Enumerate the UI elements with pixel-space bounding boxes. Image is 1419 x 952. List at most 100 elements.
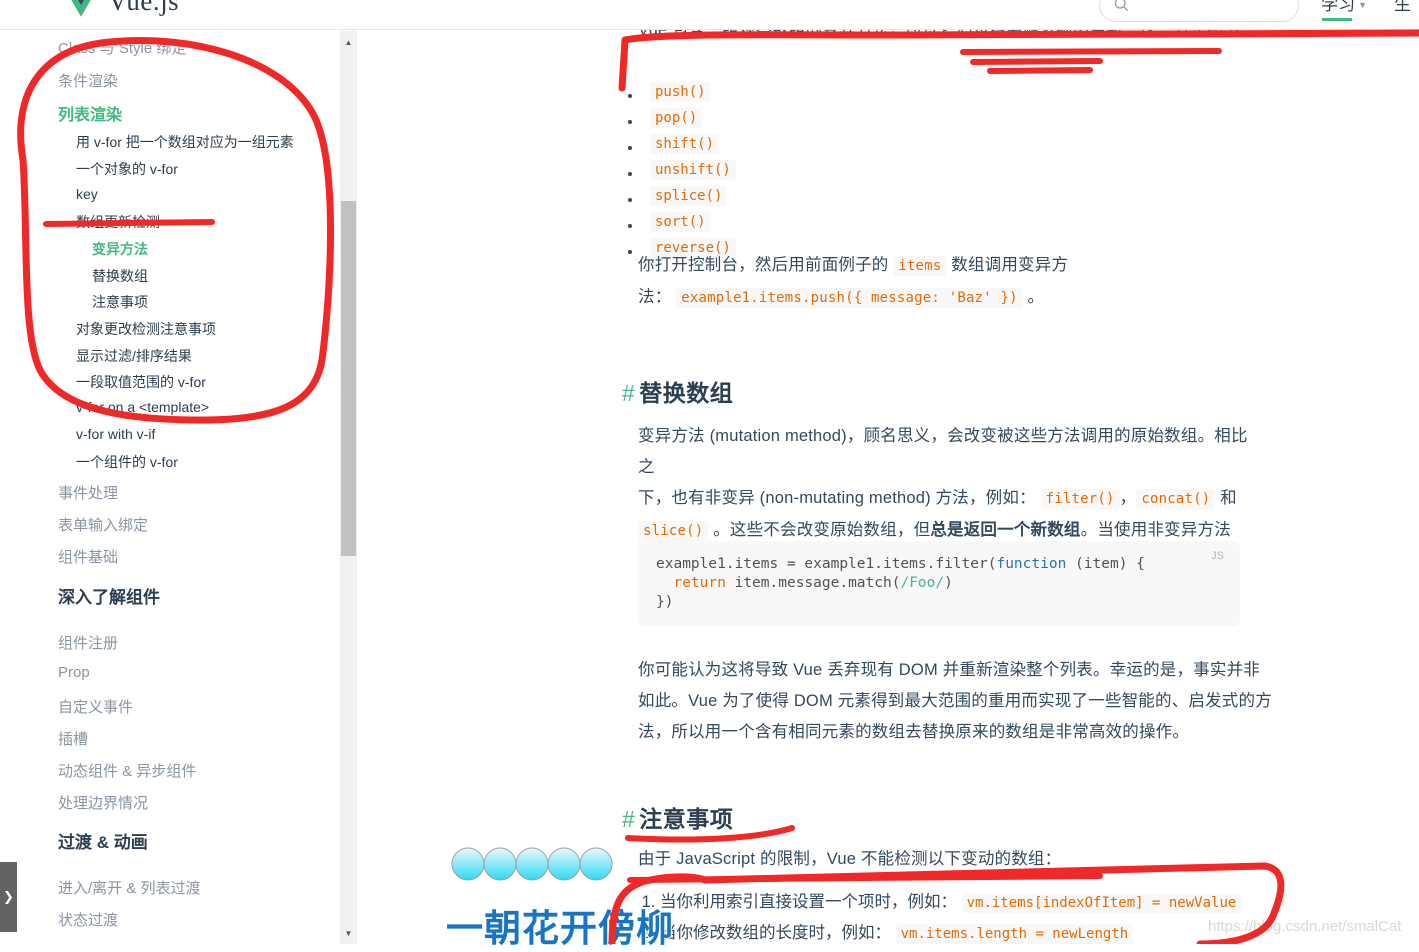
sidebar-item-0[interactable]: Class 与 Style 绑定 — [58, 37, 186, 58]
sidebar-item-19[interactable]: 深入了解组件 — [58, 583, 160, 608]
caveats-intro-text: 由于 JavaScript 的限制，Vue 不能检测以下变动的数组： — [638, 850, 1062, 868]
code-line-1: example1.items = example1.items.filter(f… — [656, 555, 1222, 574]
sidebar-item-15[interactable]: 一个组件的 v-for — [76, 452, 178, 472]
sidebar-item-26[interactable]: 过渡 & 动画 — [58, 828, 148, 853]
method-unshift: unshift() — [650, 160, 736, 180]
sidebar-item-13[interactable]: v-for on a <template> — [76, 399, 209, 415]
vue-logo-icon — [71, 0, 91, 17]
replace-p1d: 。这些不会改变原始数组，但 — [713, 521, 931, 539]
section-heading-caveats: # 注意事项 — [622, 800, 733, 834]
sidebar-item-16[interactable]: 事件处理 — [58, 482, 118, 503]
sidebar-item-22[interactable]: 自定义事件 — [58, 696, 133, 717]
sidebar-item-label: 动态组件 & 异步组件 — [58, 763, 197, 780]
sidebar-item-label: 组件基础 — [58, 549, 119, 566]
nav-link-ecosystem[interactable]: 生 — [1394, 0, 1411, 15]
caveat-1-text: 当你利用索引直接设置一个项时，例如： — [660, 893, 957, 911]
code-line1-a: example1.items = example1.items.filter( — [656, 556, 997, 572]
search-box[interactable] — [1099, 0, 1299, 22]
sidebar-item-label: 事件处理 — [58, 485, 119, 502]
search-icon — [1114, 0, 1129, 12]
mutation-methods-list: push() pop() shift() unshift() splice() … — [600, 82, 736, 265]
section-heading-caveats-label: 注意事项 — [639, 806, 734, 832]
heading-anchor-icon[interactable]: # — [622, 806, 635, 832]
search-input[interactable] — [1136, 0, 1291, 21]
code-line2-a: item.message.match( — [725, 575, 901, 591]
sidebar-item-2[interactable]: 列表渲染 — [58, 101, 122, 125]
sidebar-item-1[interactable]: 条件渲染 — [58, 70, 118, 91]
sidebar-item-label: 深入了解组件 — [58, 588, 160, 607]
section-heading-replace-array: # 替换数组 — [622, 374, 733, 408]
sidebar-item-label: 一个组件的 v-for — [76, 454, 178, 470]
replace-p1a: 变异方法 (mutation method)，顾名思义，会改变被这些方法调用的原… — [638, 427, 1248, 476]
list-item: 当你利用索引直接设置一个项时，例如： vm.items[indexOfItem]… — [660, 887, 1298, 918]
sidebar-item-3[interactable]: 用 v-for 把一个数组对应为一组元素 — [76, 132, 294, 152]
section-heading-replace-array-label: 替换数组 — [639, 380, 734, 406]
brand-title: Vue.js — [108, 0, 180, 16]
sidebar-item-12[interactable]: 一段取值范围的 v-for — [76, 372, 206, 392]
sidebar-item-4[interactable]: 一个对象的 v-for — [76, 159, 178, 179]
scroll-down-arrow-icon[interactable]: ▼ — [340, 925, 357, 942]
console-paragraph: 你打开控制台，然后用前面例子的 items 数组调用变异方 法： example… — [638, 250, 1278, 314]
console-paragraph-part2: 数组调用变异方 — [951, 256, 1069, 274]
sidebar-item-14[interactable]: v-for with v-if — [76, 426, 155, 442]
sidebar-item-label: 状态过渡 — [58, 912, 119, 929]
sidebar-item-17[interactable]: 表单输入绑定 — [58, 514, 148, 535]
sidebar-item-label: 插槽 — [58, 731, 89, 748]
sidebar-scrollbar-thumb[interactable] — [341, 201, 356, 556]
code-line-2: return item.message.match(/Foo/) — [656, 574, 1222, 593]
watermark-circles — [450, 846, 620, 887]
method-shift: shift() — [650, 134, 720, 154]
sidebar-item-label: 注意事项 — [92, 294, 148, 310]
main-content: Vue 包含一组观察数组的变异方法，所以它们也将会触发视图更新。这些方法如下： … — [600, 21, 1300, 944]
sidebar-scrollbar[interactable]: ▲ ▼ — [340, 31, 357, 944]
replace-p1b: 下，也有非变异 (non-mutating method) 方法，例如： — [638, 489, 1036, 507]
sidebar-item-20[interactable]: 组件注册 — [58, 632, 118, 653]
sidebar-item-5[interactable]: key — [76, 186, 98, 202]
sidebar-item-10[interactable]: 对象更改检测注意事项 — [76, 319, 216, 339]
heading-anchor-icon[interactable]: # — [622, 380, 635, 406]
inline-code-slice: slice() — [638, 521, 709, 541]
sidebar-item-7[interactable]: 变异方法 — [92, 239, 148, 259]
caveats-intro: 由于 JavaScript 的限制，Vue 不能检测以下变动的数组： — [638, 844, 1288, 875]
sidebar-item-25[interactable]: 处理边界情况 — [58, 792, 148, 813]
code-block-filter-example: JS example1.items = example1.items.filte… — [638, 541, 1240, 626]
scroll-up-arrow-icon[interactable]: ▲ — [340, 34, 357, 51]
sidebar-item-8[interactable]: 替换数组 — [92, 266, 148, 286]
sidebar-item-11[interactable]: 显示过滤/排序结果 — [76, 346, 192, 366]
code-line2-b: ) — [944, 575, 953, 591]
sidebar-item-28[interactable]: 状态过渡 — [58, 909, 118, 930]
nav-link-learn-label: 学习 — [1321, 0, 1356, 14]
inline-code-index-set: vm.items[indexOfItem] = newValue — [961, 893, 1242, 913]
chevron-down-icon: ▼ — [1358, 0, 1367, 10]
sidebar-item-label: 一段取值范围的 v-for — [76, 374, 206, 390]
sidebar-item-label: 组件注册 — [58, 635, 119, 652]
sidebar-item-label: 进入/离开 & 列表过渡 — [58, 880, 201, 897]
sidebar-item-label: 数组更新检测 — [76, 214, 160, 230]
sidebar-item-18[interactable]: 组件基础 — [58, 546, 118, 567]
sidebar-item-9[interactable]: 注意事项 — [92, 292, 148, 312]
console-paragraph-part1: 你打开控制台，然后用前面例子的 — [638, 256, 889, 274]
sidebar-item-label: 对象更改检测注意事项 — [76, 321, 216, 337]
sidebar-item-label: Class 与 Style 绑定 — [58, 40, 187, 57]
code-keyword-return: return — [673, 575, 726, 591]
sidebar-item-21[interactable]: Prop — [58, 664, 90, 681]
after-code-l3: 法，所以用一个含有相同元素的数组去替换原来的数组是非常高效的操作。 — [638, 723, 1190, 741]
sidebar-item-label: Prop — [58, 664, 90, 681]
sidebar-item-24[interactable]: 动态组件 & 异步组件 — [58, 760, 196, 781]
sidebar-item-label: 过渡 & 动画 — [58, 833, 148, 852]
list-item: sort() — [600, 212, 736, 239]
sidebar-item-label: 显示过滤/排序结果 — [76, 348, 192, 364]
sidebar-item-label: 条件渲染 — [58, 73, 119, 90]
nav-link-learn[interactable]: 学习 ▼ — [1321, 0, 1367, 21]
brand-logo-link[interactable]: Vue.js — [64, 0, 179, 17]
method-sort: sort() — [650, 212, 711, 232]
sidebar-item-27[interactable]: 进入/离开 & 列表过渡 — [58, 877, 201, 898]
sidebar-item-23[interactable]: 插槽 — [58, 728, 88, 749]
sidebar-collapse-handle[interactable]: ❯ — [0, 862, 17, 932]
replace-p1c: 和 — [1220, 489, 1237, 507]
nav-active-underline — [1322, 18, 1353, 21]
code-regex-foo: /Foo/ — [900, 575, 945, 591]
method-pop: pop() — [650, 108, 703, 128]
sidebar-item-label: 用 v-for 把一个数组对应为一组元素 — [76, 134, 294, 150]
sidebar-item-6[interactable]: 数组更新检测 — [76, 212, 160, 232]
